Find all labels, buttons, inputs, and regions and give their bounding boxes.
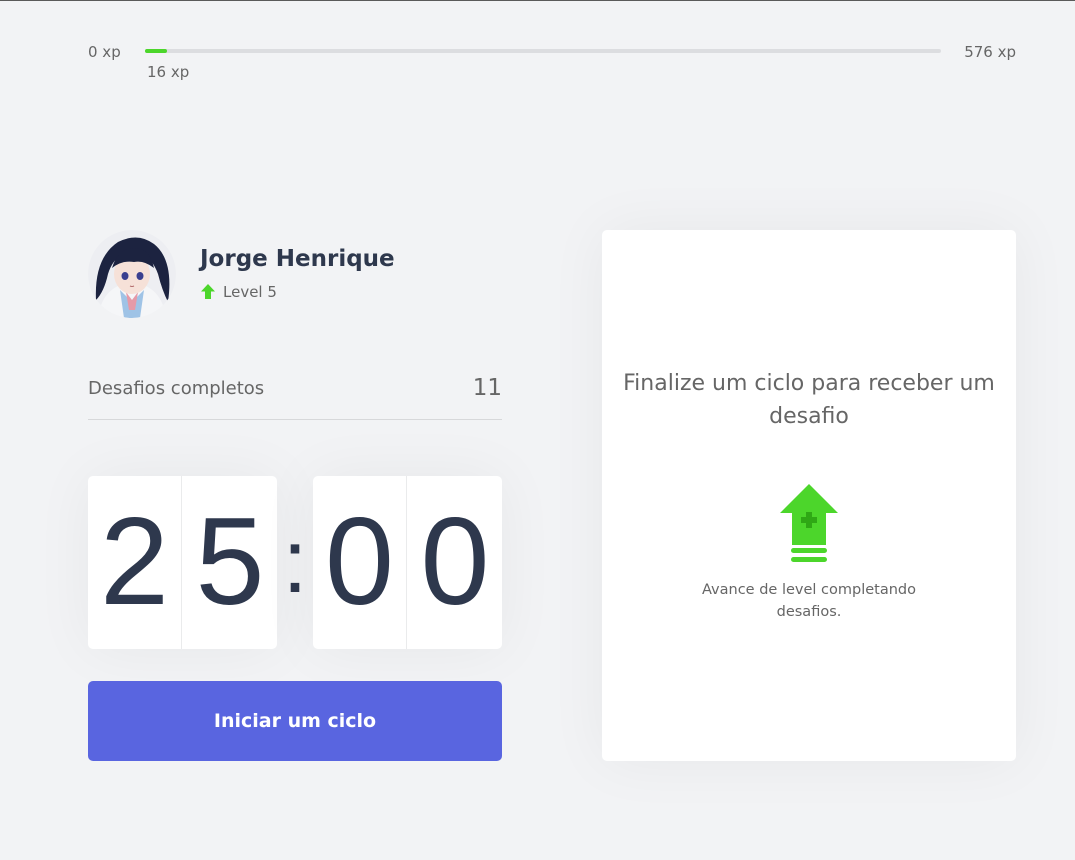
- start-cycle-button[interactable]: Iniciar um ciclo: [88, 681, 502, 761]
- countdown: 2 5 : 0 0: [88, 476, 502, 649]
- level-label: Level 5: [223, 283, 277, 301]
- avatar-image: [88, 230, 176, 318]
- xp-max-label: 576 xp: [964, 43, 1016, 61]
- countdown-seconds: 0 0: [313, 476, 502, 649]
- countdown-separator: :: [282, 512, 308, 612]
- completed-challenges-count: 11: [472, 375, 502, 401]
- level-up-arrow-icon: [201, 284, 215, 299]
- avatar: [88, 230, 176, 318]
- second-ones-digit: 0: [420, 493, 490, 631]
- countdown-minutes: 2 5: [88, 476, 277, 649]
- xp-current-label: 16 xp: [147, 63, 190, 81]
- challenge-box: Finalize um ciclo para receber um desafi…: [602, 230, 1016, 761]
- experience-bar: 0 xp 16 xp 576 xp: [88, 40, 1016, 81]
- xp-track: [145, 49, 941, 53]
- challenge-title: Finalize um ciclo para receber um desafi…: [623, 371, 995, 429]
- minute-tens-digit: 2: [88, 476, 182, 649]
- challenge-hint: Avance de level completando desafios.: [701, 582, 916, 620]
- window-top-border: [0, 0, 1075, 1]
- minute-ones-digit: 5: [195, 493, 265, 631]
- profile: Jorge Henrique Level 5: [88, 230, 502, 318]
- completed-challenges: Desafios completos 11: [88, 374, 502, 420]
- second-tens-digit: 0: [313, 476, 407, 649]
- level-up-icon: [780, 484, 838, 562]
- completed-challenges-label: Desafios completos: [88, 378, 265, 399]
- level-row: Level 5: [200, 282, 277, 302]
- xp-min-label: 0 xp: [88, 43, 121, 61]
- xp-progress-fill: [145, 49, 168, 53]
- profile-name: Jorge Henrique: [200, 246, 395, 272]
